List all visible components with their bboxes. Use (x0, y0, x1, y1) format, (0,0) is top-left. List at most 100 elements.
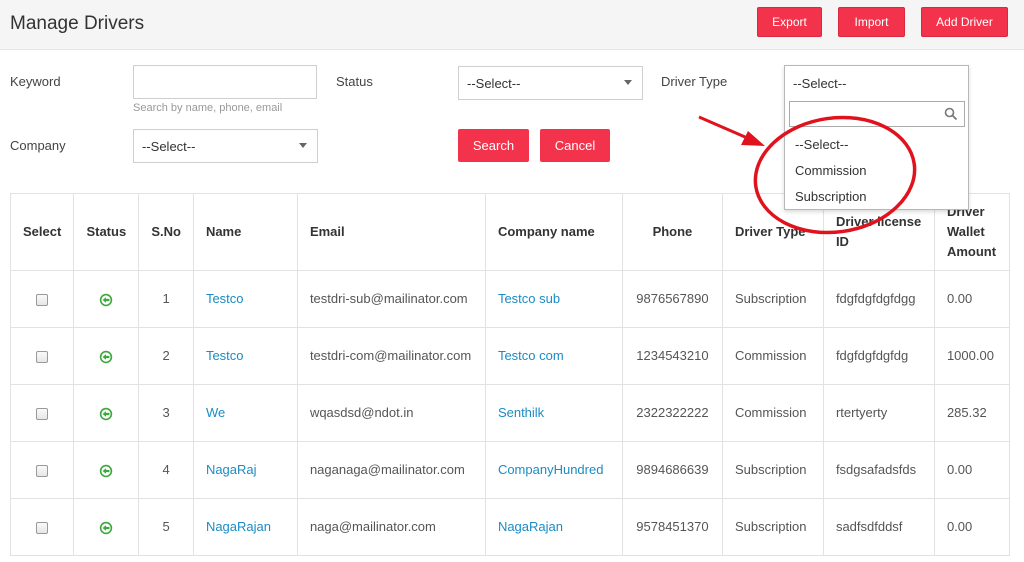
active-arrow-icon[interactable] (99, 407, 113, 421)
table-cell (73, 498, 140, 556)
caret-down-icon (299, 143, 307, 148)
table-cell (9, 327, 75, 385)
active-arrow-icon[interactable] (99, 464, 113, 478)
column-header-company: Company name (484, 193, 623, 271)
driver-type-select[interactable]: --Select-- --Select-- Commission Subscri… (784, 65, 969, 210)
driver-type: Subscription (721, 441, 824, 499)
status-select-value: --Select-- (467, 76, 521, 91)
driver-license: fdgfdgfdgfdgg (822, 270, 935, 328)
page-title: Manage Drivers (10, 13, 145, 34)
company-select[interactable]: --Select-- (133, 129, 318, 163)
driver-type: Subscription (721, 270, 824, 328)
driver-type: Commission (721, 384, 824, 442)
keyword-input[interactable] (133, 65, 317, 99)
add-driver-button[interactable]: Add Driver (921, 7, 1008, 37)
driver-type-label: Driver Type (661, 74, 728, 89)
table-row: 2 Testco testdri-com@mailinator.com Testco … (9, 327, 1010, 385)
table-body: 1 Testco testdri-sub@mailinator.com Testco … (9, 270, 1010, 556)
table-row: 4 NagaRaj naganaga@mailinator.com CompanyHu… (9, 441, 1010, 499)
table-cell (9, 498, 75, 556)
row-sno: 1 (138, 270, 194, 328)
column-header-name: Name (192, 193, 298, 271)
row-sno: 3 (138, 384, 194, 442)
driver-phone: 9876567890 (621, 270, 723, 328)
column-header-sno: S.No (138, 193, 194, 271)
company-name-link[interactable]: Testco sub (484, 270, 623, 328)
driver-type: Commission (721, 327, 824, 385)
driver-email: naga@mailinator.com (296, 498, 486, 556)
table-cell (9, 441, 75, 499)
import-button[interactable]: Import (838, 7, 905, 37)
row-checkbox[interactable] (36, 464, 49, 477)
column-header-phone: Phone (621, 193, 723, 271)
row-checkbox[interactable] (36, 293, 49, 306)
annotation-arrowhead (741, 131, 765, 146)
status-label: Status (336, 74, 373, 89)
driver-phone: 9578451370 (621, 498, 723, 556)
driver-name-link[interactable]: Testco (192, 327, 298, 385)
driver-name-link[interactable]: NagaRaj (192, 441, 298, 499)
dropdown-search-input[interactable] (789, 101, 965, 127)
row-checkbox[interactable] (36, 407, 49, 420)
active-arrow-icon[interactable] (99, 350, 113, 364)
driver-license: rtertyerty (822, 384, 935, 442)
wallet-amount: 0.00 (933, 441, 1010, 499)
company-label: Company (10, 138, 66, 153)
row-checkbox[interactable] (36, 521, 49, 534)
table-row: 3 We wqasdsd@ndot.in Senthilk 2322322222 Comm… (9, 384, 1010, 442)
keyword-label: Keyword (10, 74, 61, 89)
column-header-email: Email (296, 193, 486, 271)
row-sno: 2 (138, 327, 194, 385)
driver-email: wqasdsd@ndot.in (296, 384, 486, 442)
row-sno: 5 (138, 498, 194, 556)
driver-email: naganaga@mailinator.com (296, 441, 486, 499)
row-sno: 4 (138, 441, 194, 499)
company-name-link[interactable]: NagaRajan (484, 498, 623, 556)
driver-phone: 2322322222 (621, 384, 723, 442)
company-name-link[interactable]: Testco com (484, 327, 623, 385)
active-arrow-icon[interactable] (99, 293, 113, 307)
driver-type: Subscription (721, 498, 824, 556)
wallet-amount: 0.00 (933, 270, 1010, 328)
dropdown-option-select[interactable]: --Select-- (785, 132, 968, 158)
driver-name-link[interactable]: We (192, 384, 298, 442)
active-arrow-icon[interactable] (99, 521, 113, 535)
company-name-link[interactable]: Senthilk (484, 384, 623, 442)
table-cell (73, 327, 140, 385)
driver-license: fsdgsafadsfds (822, 441, 935, 499)
table-cell (9, 384, 75, 442)
driver-name-link[interactable]: NagaRajan (192, 498, 298, 556)
wallet-amount: 1000.00 (933, 327, 1010, 385)
driver-email: testdri-com@mailinator.com (296, 327, 486, 385)
driver-name-link[interactable]: Testco (192, 270, 298, 328)
company-select-value: --Select-- (142, 139, 196, 154)
table-row: 1 Testco testdri-sub@mailinator.com Testco … (9, 270, 1010, 328)
wallet-amount: 285.32 (933, 384, 1010, 442)
drivers-table: Select Status S.No Name Email Company na… (9, 193, 1010, 556)
driver-license: sadfsdfddsf (822, 498, 935, 556)
search-icon (944, 107, 958, 121)
column-header-status: Status (73, 193, 140, 271)
table-cell (73, 270, 140, 328)
driver-phone: 9894686639 (621, 441, 723, 499)
export-button[interactable]: Export (757, 7, 822, 37)
row-checkbox[interactable] (36, 350, 49, 363)
status-select[interactable]: --Select-- (458, 66, 643, 100)
dropdown-option-commission[interactable]: Commission (785, 158, 968, 184)
driver-email: testdri-sub@mailinator.com (296, 270, 486, 328)
driver-phone: 1234543210 (621, 327, 723, 385)
table-row: 5 NagaRajan naga@mailinator.com NagaRajan 95… (9, 498, 1010, 556)
dropdown-option-subscription[interactable]: Subscription (785, 184, 968, 210)
wallet-amount: 0.00 (933, 498, 1010, 556)
driver-type-select-value: --Select-- (793, 76, 847, 91)
cancel-button[interactable]: Cancel (540, 129, 610, 162)
caret-down-icon (624, 80, 632, 85)
search-button[interactable]: Search (458, 129, 529, 162)
annotation-arrow (698, 115, 753, 142)
driver-license: fdgfdgfdgfdg (822, 327, 935, 385)
keyword-hint: Search by name, phone, email (133, 102, 283, 114)
table-cell (73, 384, 140, 442)
company-name-link[interactable]: CompanyHundred (484, 441, 623, 499)
table-cell (73, 441, 140, 499)
column-header-select: Select (9, 193, 75, 271)
